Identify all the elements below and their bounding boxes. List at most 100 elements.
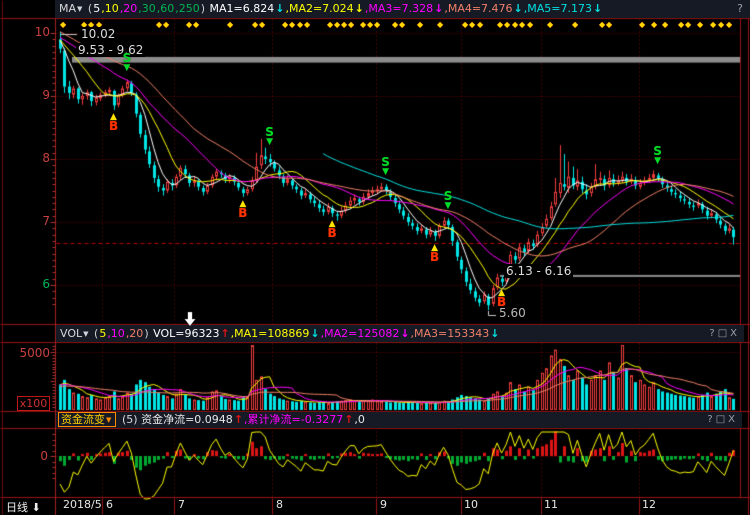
signal-marker-S: S▼ (120, 53, 134, 72)
time-axis-bar: 日线 ⬇ 2018/56789101112 (0, 498, 750, 515)
fundflow-zero-tick: 0 (12, 449, 48, 463)
ma-param: ( (88, 0, 92, 18)
fundflow-value: ,累计净流=-0.3277 (244, 412, 343, 428)
event-diamond-icon[interactable]: ◆ (399, 20, 405, 29)
signal-marker-B: ▲B (236, 200, 250, 219)
vol-param: ,20 (126, 325, 144, 342)
close-icon[interactable]: X (728, 414, 738, 425)
volume-indicator-header: VOL▼ (5,10,20) VOL=96323↑,MA1=108869↓,MA… (56, 325, 744, 342)
event-diamond-icon[interactable]: ◆ (163, 20, 169, 29)
trend-arrow-icon: ↑ (344, 412, 353, 428)
buy-signal-letter: B (236, 208, 250, 219)
event-diamond-icon[interactable]: ◆ (193, 20, 199, 29)
event-diamond-icon[interactable]: ◆ (718, 20, 724, 29)
signal-marker-B: ▲B (325, 220, 339, 239)
buy-signal-letter: B (428, 252, 442, 263)
help-icon[interactable]: ? (737, 2, 746, 15)
event-diamond-icon[interactable]: ◆ (334, 20, 340, 29)
event-diamond-icon[interactable]: ◆ (599, 20, 605, 29)
event-diamond-icon[interactable]: ◆ (710, 20, 716, 29)
trend-arrow-icon: ↓ (593, 0, 602, 18)
event-diamond-icon[interactable]: ◆ (327, 20, 333, 29)
fundflow-dropdown[interactable]: 资金流变▼ (58, 412, 116, 427)
maximize-icon[interactable]: □ (718, 328, 730, 339)
event-diamond-icon[interactable]: ◆ (697, 20, 703, 29)
event-diamond-icon[interactable]: ◆ (289, 20, 295, 29)
event-diamond-icon[interactable]: ◆ (259, 20, 265, 29)
ma-param: ,60 (157, 0, 175, 18)
event-diamond-icon[interactable]: ◆ (186, 20, 192, 29)
help-icon[interactable]: ? (709, 328, 717, 339)
event-diamond-icon[interactable]: ◆ (685, 20, 691, 29)
event-diamond-icon[interactable]: ◆ (547, 20, 553, 29)
signal-marker-S: S▼ (263, 127, 277, 146)
event-diamond-icon[interactable]: ◆ (297, 20, 303, 29)
ma-indicator-dropdown[interactable]: MA▼ (59, 2, 88, 15)
event-diamond-icon[interactable]: ◆ (606, 20, 612, 29)
event-diamond-icon[interactable]: ◆ (497, 20, 503, 29)
event-diamond-icon[interactable]: ◆ (304, 20, 310, 29)
event-diamond-icon[interactable]: ◆ (341, 20, 347, 29)
gap-band-label-1: 9.53 - 9.62 (76, 43, 145, 57)
chevron-down-icon: ▼ (77, 5, 82, 13)
event-diamond-icon[interactable]: ◆ (512, 20, 518, 29)
arrow-down-icon: ▼ (263, 138, 277, 146)
chevron-down-icon: ▼ (83, 330, 88, 338)
fundflow-value: 资金净流=0.0948 (141, 412, 233, 428)
month-label: 9 (380, 498, 387, 511)
event-diamond-icon[interactable]: ◆ (527, 20, 533, 29)
vol-value: ,MA1=108869 (231, 325, 310, 342)
trend-arrow-icon: ↓ (355, 0, 364, 18)
event-diamond-icon[interactable]: ◆ (156, 20, 162, 29)
event-diamond-icon[interactable]: ◆ (678, 20, 684, 29)
gap-band-label-2: 6.13 - 6.16 (504, 264, 573, 278)
event-diamond-icon[interactable]: ◆ (469, 20, 475, 29)
event-diamond-icon[interactable]: ◆ (662, 20, 668, 29)
signal-marker-S: S▼ (441, 191, 455, 210)
event-diamond-icon[interactable]: ◆ (639, 20, 645, 29)
event-diamond-icon[interactable]: ◆ (437, 20, 443, 29)
event-diamond-icon[interactable]: ◆ (651, 20, 657, 29)
event-diamond-icon[interactable]: ◆ (252, 20, 258, 29)
maximize-icon[interactable]: □ (716, 414, 728, 425)
event-diamond-icon[interactable]: ◆ (367, 20, 373, 29)
ma-values: MA1=6.824↓,MA2=7.024↓,MA3=7.328↓,MA4=7.4… (210, 2, 604, 15)
fundflow-panel-buttons: ?□X (707, 412, 738, 428)
ma-indicator-label: MA (59, 2, 76, 15)
event-diamond-icon[interactable]: ◆ (477, 20, 483, 29)
event-diamond-icon[interactable]: ◆ (360, 20, 366, 29)
ma-value: ,MA4=7.476 (444, 0, 512, 18)
event-diamond-icon[interactable]: ◆ (348, 20, 354, 29)
period-selector[interactable]: 日线 ⬇ (6, 499, 41, 515)
close-icon[interactable]: X (730, 328, 740, 339)
month-label: 6 (106, 498, 113, 511)
trend-arrow-icon: ↑ (234, 412, 243, 428)
arrow-down-icon: ▼ (120, 64, 134, 72)
signal-marker-B: ▲B (495, 289, 509, 308)
help-icon[interactable]: ? (707, 414, 715, 425)
stock-chart-window: MA▼ (5,10,20,30,60,250) MA1=6.824↓,MA2=7… (0, 0, 750, 515)
chevron-down-icon: ▼ (106, 416, 111, 424)
month-label: 8 (276, 498, 283, 511)
event-diamond-icon[interactable]: ◆ (374, 20, 380, 29)
event-diamond-icon[interactable]: ◆ (504, 20, 510, 29)
event-diamond-icon[interactable]: ◆ (392, 20, 398, 29)
vol-indicator-label: VOL (60, 327, 82, 340)
fundflow-label: 资金流变 (61, 413, 105, 426)
chart-canvas[interactable] (0, 0, 750, 515)
event-diamond-icon[interactable]: ◆ (726, 20, 732, 29)
event-diamond-icon[interactable]: ◆ (572, 20, 578, 29)
event-diamond-icon[interactable]: ◆ (519, 20, 525, 29)
vol-param: ,10 (107, 325, 125, 342)
event-diamond-icon[interactable]: ◆ (282, 20, 288, 29)
high-price-label: 10.02 (79, 27, 117, 41)
trend-arrow-icon: ↓ (490, 325, 499, 342)
ma-param: ,250 (175, 0, 200, 18)
event-diamond-icon[interactable]: ◆ (227, 20, 233, 29)
month-label: 11 (544, 498, 558, 511)
event-diamond-icon[interactable]: ◆ (462, 20, 468, 29)
event-diamond-icon[interactable]: ◆ (417, 20, 423, 29)
vol-indicator-dropdown[interactable]: VOL▼ (60, 327, 94, 340)
event-diamond-icon[interactable]: ◆ (60, 20, 66, 29)
arrow-down-icon: ⬇ (32, 501, 41, 514)
